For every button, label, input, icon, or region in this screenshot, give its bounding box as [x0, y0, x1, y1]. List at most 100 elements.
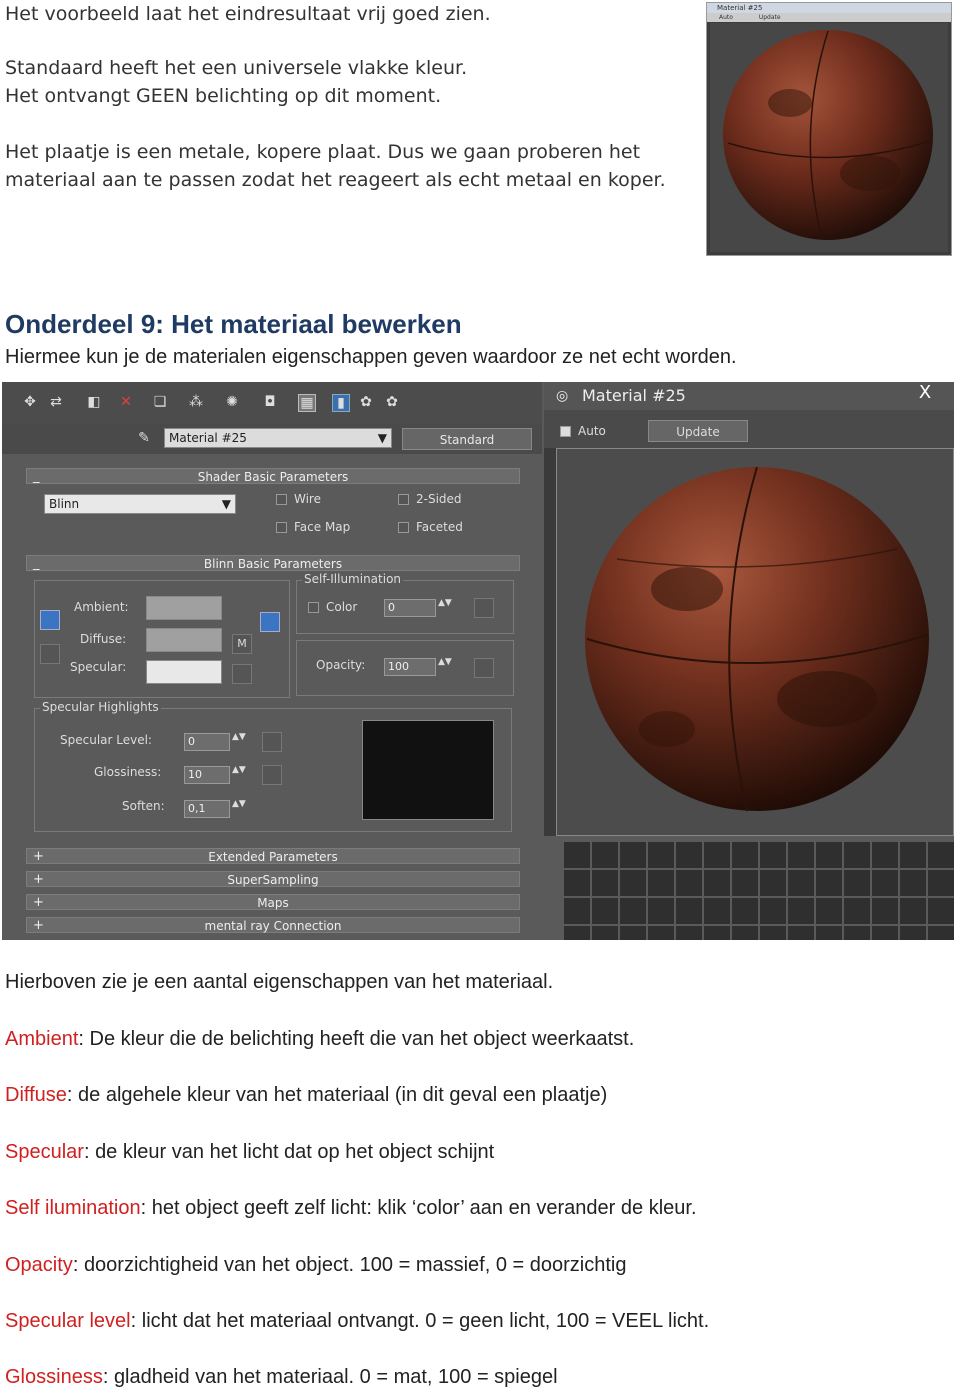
spinner-arrows-icon[interactable]: ▲▼: [438, 598, 452, 608]
mini-toolbar: Auto Update: [707, 13, 951, 22]
rollout-mental-ray[interactable]: + mental ray Connection: [26, 917, 520, 933]
copy-material-icon[interactable]: ❏: [152, 394, 168, 410]
desc-self-illumination: het object geeft zelf licht: klik ‘color…: [151, 1197, 697, 1219]
face-map-label: Face Map: [294, 520, 351, 534]
rollout-shader-label: Shader Basic Parameters: [197, 470, 349, 484]
rollout-supersampling[interactable]: + SuperSampling: [26, 871, 520, 887]
separator: :: [83, 1141, 96, 1163]
separator: :: [102, 1366, 114, 1388]
close-icon[interactable]: X: [910, 382, 940, 404]
two-sided-checkbox[interactable]: [398, 494, 409, 505]
preview-title: Material #25: [582, 386, 686, 405]
soften-spinner[interactable]: 0,1: [184, 800, 230, 818]
update-button[interactable]: Update: [648, 420, 748, 442]
expand-icon: +: [33, 872, 44, 887]
mini-update: Update: [758, 14, 781, 21]
diffuse-swatch[interactable]: [146, 628, 222, 652]
separator: :: [78, 1028, 90, 1050]
rollout-maps-label: Maps: [257, 896, 289, 910]
opacity-map-button[interactable]: [474, 658, 494, 678]
glossiness-map-button[interactable]: [262, 765, 282, 785]
intro-line-3: Het ontvangt GEEN belichting op dit mome…: [5, 85, 442, 107]
highlight-curve-graph: [362, 720, 494, 820]
wire-label: Wire: [294, 492, 321, 506]
intro-line-4: Het plaatje is een metale, kopere plaat.…: [5, 141, 641, 163]
faceted-label: Faceted: [416, 520, 463, 534]
term-ambient: Ambient: [5, 1028, 79, 1050]
rollout-supersampling-label: SuperSampling: [227, 873, 319, 887]
rollout-shader-basic[interactable]: _ Shader Basic Parameters: [26, 468, 520, 484]
section-subtitle: Hiermee kun je de materialen eigenschapp…: [5, 346, 737, 368]
lock-ambient-diffuse-icon[interactable]: [40, 610, 60, 630]
opacity-label: Opacity:: [316, 658, 366, 672]
intro-line-2: Standaard heeft het een universele vlakk…: [5, 57, 468, 79]
standard-button[interactable]: Standard: [402, 428, 532, 450]
show-map-icon[interactable]: ▦: [298, 394, 316, 412]
go-forward-icon[interactable]: ✿: [384, 394, 400, 410]
collapse-icon: _: [33, 556, 40, 571]
swap-icon[interactable]: [40, 644, 60, 664]
go-to-parent-icon[interactable]: ✿: [358, 394, 374, 410]
preview-sphere-image: [585, 466, 929, 812]
term-opacity: Opacity: [5, 1254, 73, 1276]
put-to-scene-icon[interactable]: ⇄: [48, 394, 64, 410]
spinner-arrows-icon[interactable]: ▲▼: [232, 732, 246, 742]
desc-specular-level: licht dat het materiaal ontvangt. 0 = ge…: [141, 1310, 710, 1332]
self-illum-map-button[interactable]: [474, 598, 494, 618]
specular-label: Specular:: [70, 660, 127, 674]
preview-viewport: [556, 448, 954, 836]
material-id-icon[interactable]: ◘: [262, 394, 278, 410]
specular-swatch[interactable]: [146, 660, 222, 684]
desc-opacity: doorzichtigheid van het object. 100 = ma…: [83, 1254, 627, 1276]
self-illum-color-checkbox[interactable]: [308, 602, 319, 613]
intro-line-1: Het voorbeeld laat het eindresultaat vri…: [5, 3, 491, 25]
wire-checkbox[interactable]: [276, 494, 287, 505]
specular-level-spinner[interactable]: 0: [184, 733, 230, 751]
self-illum-spinner[interactable]: 0: [384, 599, 436, 617]
glossiness-label: Glossiness:: [94, 765, 162, 779]
spinner-arrows-icon[interactable]: ▲▼: [438, 657, 452, 667]
ambient-swatch[interactable]: [146, 596, 222, 620]
face-map-checkbox[interactable]: [276, 522, 287, 533]
after-text: Hierboven zie je een aantal eigenschappe…: [5, 971, 554, 993]
material-preview-window: ◎ Material #25 X Auto Update: [544, 382, 954, 836]
get-material-icon[interactable]: ✥: [22, 394, 38, 410]
assign-material-icon[interactable]: ◧: [86, 394, 102, 410]
glossiness-spinner[interactable]: 10: [184, 766, 230, 784]
specular-map-button[interactable]: [232, 664, 252, 684]
material-name-field[interactable]: Material #25 ▼: [164, 428, 392, 448]
make-unique-icon[interactable]: ⁂: [188, 394, 204, 410]
section-heading: Onderdeel 9: Het materiaal bewerken: [5, 309, 462, 339]
rollout-maps[interactable]: + Maps: [26, 894, 520, 910]
material-editor-screenshot: ✥ ⇄ ◧ ✕ ❏ ⁂ ✺ ◘ ▦ ▮ ✿ ✿ ✎ Material #25 ▼…: [2, 382, 954, 940]
separator: :: [72, 1254, 84, 1276]
diffuse-map-button[interactable]: M: [232, 634, 252, 654]
reset-material-icon[interactable]: ✕: [118, 394, 134, 410]
spinner-arrows-icon[interactable]: ▲▼: [232, 799, 246, 809]
definition-specular-level: Specular level: licht dat het materiaal …: [5, 1307, 709, 1335]
rollout-blinn-label: Blinn Basic Parameters: [203, 557, 343, 571]
opacity-spinner[interactable]: 100: [384, 658, 436, 676]
shader-type-select[interactable]: Blinn ▼: [44, 494, 236, 514]
lock-icon[interactable]: [260, 612, 280, 632]
separator: :: [66, 1084, 79, 1106]
specular-highlights-title: Specular Highlights: [40, 700, 161, 714]
specular-level-map-button[interactable]: [262, 732, 282, 752]
spinner-arrows-icon[interactable]: ▲▼: [232, 765, 246, 775]
definition-self-illumination: Self ilumination: het object geeft zelf …: [5, 1194, 697, 1222]
mini-sphere-image: [723, 30, 933, 240]
put-to-library-icon[interactable]: ✺: [224, 394, 240, 410]
app-logo-icon: ◎: [556, 388, 569, 404]
faceted-checkbox[interactable]: [398, 522, 409, 533]
term-self-illumination: Self ilumination: [5, 1197, 141, 1219]
show-end-result-icon[interactable]: ▮: [332, 394, 350, 412]
definition-ambient: Ambient: De kleur die de belichting heef…: [5, 1025, 634, 1053]
mini-viewport: [710, 23, 948, 252]
rollout-extended-parameters[interactable]: + Extended Parameters: [26, 848, 520, 864]
eyedropper-icon[interactable]: ✎: [136, 430, 152, 446]
chevron-down-icon: ▼: [221, 497, 231, 511]
auto-checkbox[interactable]: [560, 426, 571, 437]
rollout-blinn-basic[interactable]: _ Blinn Basic Parameters: [26, 555, 520, 571]
specular-level-label: Specular Level:: [60, 733, 152, 747]
mini-title-bar: Material #25: [707, 3, 951, 13]
